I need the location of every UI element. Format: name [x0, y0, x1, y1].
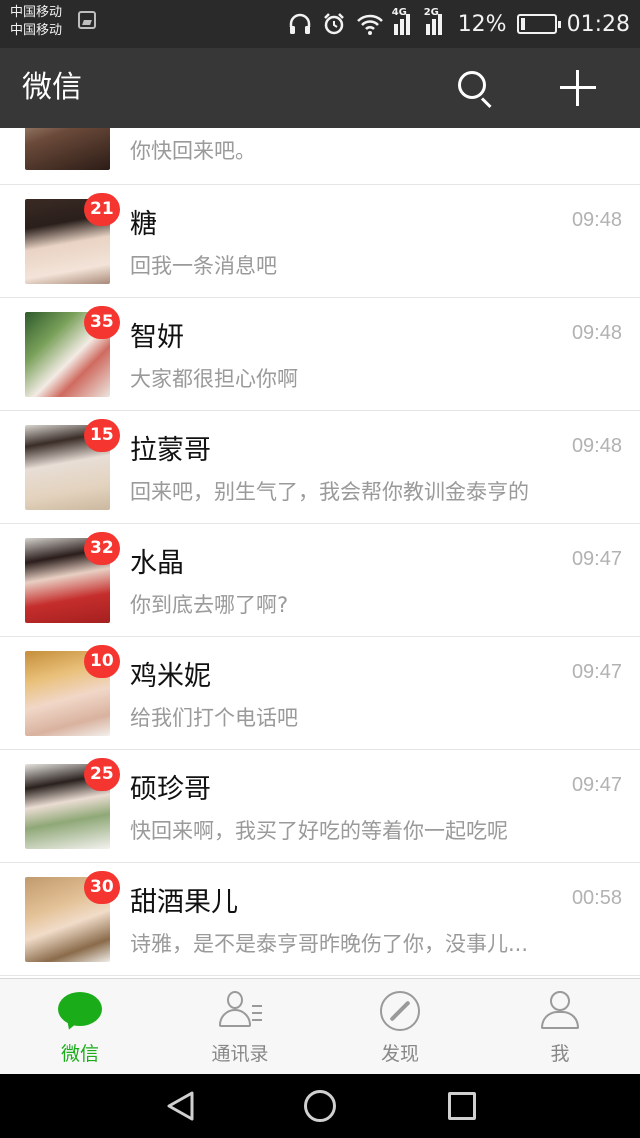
chat-bubble-icon	[58, 992, 102, 1026]
photo-icon	[78, 11, 96, 29]
chat-row[interactable]: 25 硕珍哥 09:47 快回来啊，我买了好吃的等着你一起吃呢	[0, 750, 640, 863]
chat-time: 09:47	[571, 661, 622, 683]
chat-row-partial[interactable]: 你快回来吧。	[0, 128, 640, 185]
chat-name: 鸡米妮	[130, 661, 211, 692]
network-label-1: 4G	[391, 7, 407, 18]
chat-preview: 大家都很担心你啊	[130, 367, 298, 391]
alarm-icon	[322, 12, 346, 36]
chat-time: 00:58	[571, 887, 622, 909]
chat-name: 甜酒果儿	[130, 887, 238, 918]
clock: 01:28	[566, 11, 630, 37]
chat-row[interactable]: 21 糖 09:48 回我一条消息吧	[0, 185, 640, 298]
chat-name: 糖	[130, 209, 157, 240]
chat-row[interactable]: 15 拉蒙哥 09:48 回来吧，别生气了，我会帮你教训金泰亨的	[0, 411, 640, 524]
app-header: 微信	[0, 48, 640, 128]
unread-badge: 25	[84, 758, 120, 791]
carrier-labels: 中国移动 中国移动	[10, 4, 62, 40]
chat-row[interactable]: 35 智妍 09:48 大家都很担心你啊	[0, 298, 640, 411]
signal-icon-2: 2G	[424, 7, 448, 35]
chat-row[interactable]: 10 鸡米妮 09:47 给我们打个电话吧	[0, 637, 640, 750]
chat-row[interactable]: 30 甜酒果儿 00:58 诗雅，是不是泰亨哥昨晚伤了你，没事儿...	[0, 863, 640, 976]
chat-list[interactable]: 你快回来吧。 21 糖 09:48 回我一条消息吧 35 智妍 09:48 大家…	[0, 128, 640, 978]
chat-name: 硕珍哥	[130, 774, 211, 805]
chat-preview: 快回来啊，我买了好吃的等着你一起吃呢	[130, 819, 508, 843]
tab-contacts[interactable]: 通讯录	[160, 979, 320, 1075]
page-title: 微信	[22, 70, 82, 105]
chat-preview: 回我一条消息吧	[130, 254, 277, 278]
battery-percent: 12%	[457, 11, 507, 37]
tab-bar: 微信 通讯录 发现 我	[0, 978, 640, 1074]
recent-apps-icon[interactable]	[448, 1092, 476, 1120]
chat-time: 09:48	[571, 435, 622, 457]
chat-time: 09:48	[571, 209, 622, 231]
chat-preview: 你到底去哪了啊?	[130, 593, 289, 617]
tab-me[interactable]: 我	[480, 979, 640, 1075]
chat-preview: 回来吧，别生气了，我会帮你教训金泰亨的	[130, 480, 529, 504]
tab-label: 微信	[60, 1043, 99, 1065]
battery-icon	[516, 14, 561, 34]
status-right: 4G 2G 12% 01:28	[288, 0, 630, 48]
home-icon[interactable]	[304, 1090, 336, 1122]
chat-time: 09:47	[571, 548, 622, 570]
contacts-icon	[219, 991, 263, 1029]
unread-badge: 35	[84, 306, 120, 339]
system-nav-bar	[0, 1074, 640, 1138]
chat-name: 智妍	[130, 322, 184, 353]
unread-badge: 30	[84, 871, 120, 904]
chat-name: 水晶	[130, 548, 184, 579]
wifi-icon	[356, 12, 384, 36]
compass-icon	[380, 991, 420, 1031]
chat-preview: 给我们打个电话吧	[130, 706, 298, 730]
chat-preview: 诗雅，是不是泰亨哥昨晚伤了你，没事儿...	[130, 932, 529, 956]
tab-label: 我	[550, 1043, 570, 1065]
tab-label: 通讯录	[211, 1043, 269, 1065]
chat-time: 09:47	[571, 774, 622, 796]
person-icon	[541, 991, 579, 1031]
tab-label: 发现	[380, 1043, 419, 1065]
unread-badge: 15	[84, 419, 120, 452]
back-icon[interactable]	[165, 1090, 195, 1122]
network-label-2: 2G	[423, 7, 439, 18]
carrier-2: 中国移动	[10, 23, 63, 38]
carrier-1: 中国移动	[10, 5, 63, 20]
tab-discover[interactable]: 发现	[320, 979, 480, 1075]
battery-level	[520, 18, 525, 30]
chat-time: 09:48	[571, 322, 622, 344]
chat-name: 拉蒙哥	[130, 435, 211, 466]
unread-badge: 32	[84, 532, 120, 565]
signal-icon: 4G	[392, 7, 416, 35]
chat-preview: 你快回来吧。	[130, 139, 256, 163]
unread-badge: 21	[84, 193, 120, 226]
add-button[interactable]	[556, 66, 600, 110]
unread-badge: 10	[84, 645, 120, 678]
headphones-icon	[288, 12, 312, 36]
chat-row[interactable]: 32 水晶 09:47 你到底去哪了啊?	[0, 524, 640, 637]
status-bar: 中国移动 中国移动 4G 2G 12% 01:28	[0, 0, 640, 48]
search-button[interactable]	[452, 66, 496, 110]
tab-chats[interactable]: 微信	[0, 979, 160, 1075]
avatar	[25, 128, 110, 170]
